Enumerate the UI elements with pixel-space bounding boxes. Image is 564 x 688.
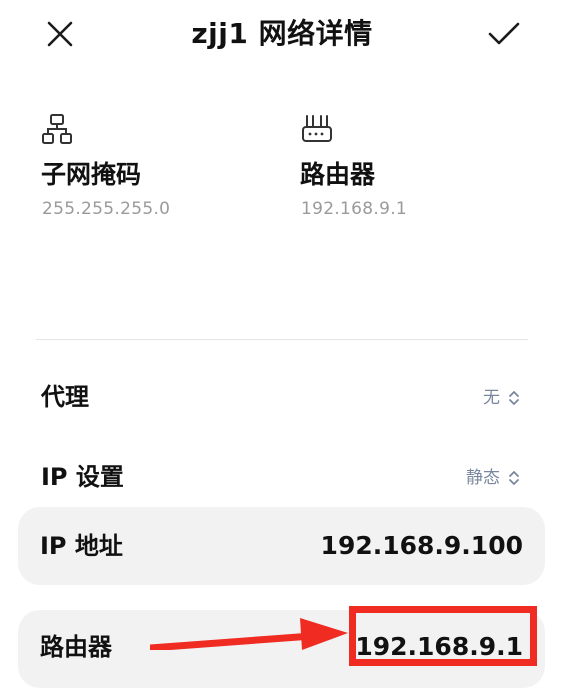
proxy-dropdown[interactable]: 无: [483, 386, 520, 410]
section-divider: [36, 339, 528, 340]
ip-address-field[interactable]: IP 地址 192.168.9.100: [18, 507, 545, 585]
chevron-up-down-icon: [509, 471, 519, 485]
chevron-up-down-icon: [509, 391, 519, 405]
checkmark-icon: [488, 22, 520, 45]
ip-settings-label: IP 设置: [41, 463, 124, 491]
annotation-arrow: [150, 618, 348, 650]
ip-settings-dropdown[interactable]: 静态: [466, 466, 520, 490]
subnet-mask-value: 255.255.255.0: [42, 199, 171, 219]
ip-address-value[interactable]: 192.168.9.100: [321, 529, 523, 563]
network-topology-icon: [42, 114, 72, 144]
subnet-mask-label: 子网掩码: [41, 160, 142, 189]
ip-address-label: IP 地址: [40, 532, 123, 560]
annotation-highlight-box: [349, 606, 537, 666]
proxy-value: 无: [483, 388, 500, 408]
router-info: [300, 112, 334, 150]
subnet-info: [40, 112, 74, 150]
router-value: 192.168.9.1: [301, 199, 408, 219]
router-label: 路由器: [300, 160, 376, 189]
router-field-label: 路由器: [40, 633, 112, 661]
router-icon: [302, 115, 332, 142]
proxy-label: 代理: [41, 383, 89, 411]
confirm-button[interactable]: [480, 12, 528, 56]
ip-settings-value: 静态: [466, 468, 500, 488]
